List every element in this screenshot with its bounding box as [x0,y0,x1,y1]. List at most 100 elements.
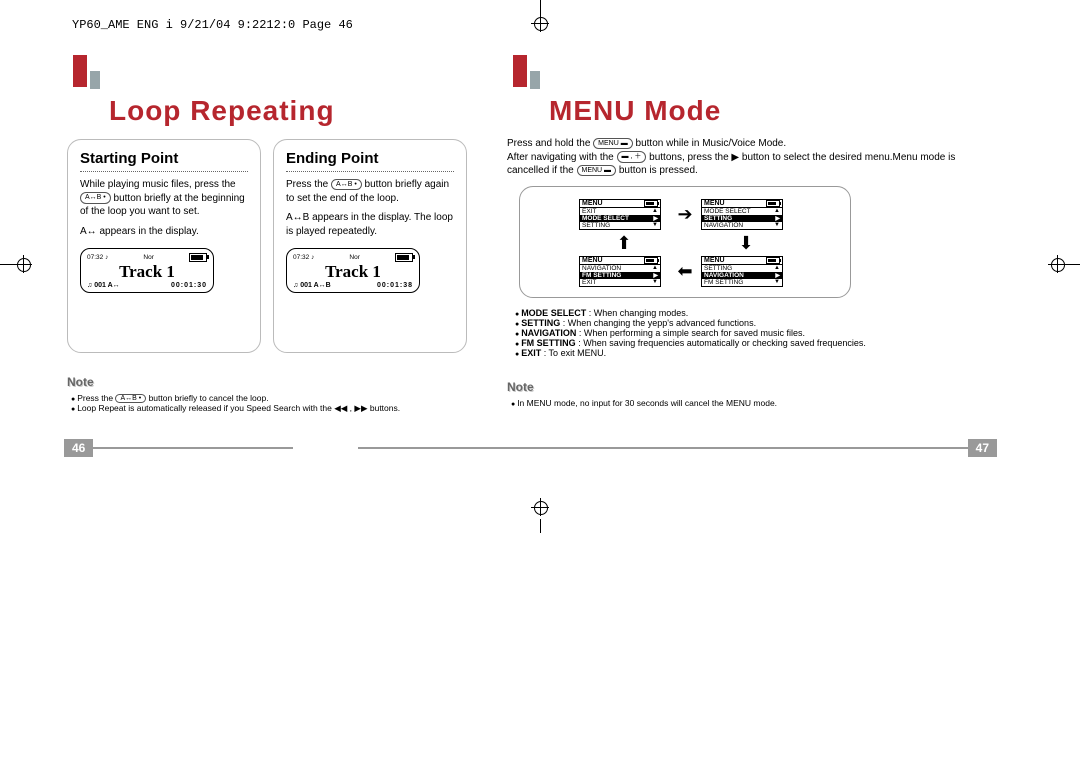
lcd-track: Track 1 [293,262,413,282]
ending-text2: A↔B appears in the display. The loop is … [286,211,454,238]
text: Loop Repeat is automatically released if… [77,403,332,413]
menu-lcd-b: MENU MODE SELECT▲ SETTING▶ NAVIGATION▼ [701,199,783,230]
ending-point-box: Ending Point Press the A↔B • button brie… [273,139,467,353]
starting-text: While playing music files, press the A↔B… [80,178,248,219]
battery-icon [766,257,780,264]
menu-desc-list: MODE SELECT : When changing modes. SETTI… [511,308,997,358]
cropmark-bottom [531,498,549,533]
note-heading-right: Note [507,380,534,394]
text: button is pressed. [619,165,698,176]
text: : When changing the yepp's advanced func… [563,318,756,328]
lcd-ab: A↔B [314,282,331,289]
intro-text: Press and hold the MENU ▬ button while i… [507,137,997,178]
menu-diagram-box: MENU EXIT▲ MODE SELECT▶ SETTING▼ ➔ MENU … [519,186,851,298]
menu-lcd-c: MENU NAVIGATION▲ FM SETTING▶ EXIT▼ [579,256,661,287]
ab-button-icon: A↔B • [331,179,362,190]
cropmark-top [531,0,549,35]
menu-item: FM SETTING [582,272,621,279]
arrow-left-icon: ⬅ [675,262,695,280]
ab-indicator: A↔B [286,212,309,223]
ab-indicator: A↔ [80,226,97,237]
heading-ending: Ending Point [286,150,454,167]
menu-item: NAVIGATION [704,222,743,229]
menu-item: SETTING [704,215,732,222]
lcd-starting: 07:32 ♪ Nor Track 1 ♫ 001 A↔ 00:01:30 [80,248,214,293]
lcd-eq: Nor [349,254,359,261]
menu-item: NAVIGATION [704,272,744,279]
lcd-num: 001 [94,282,106,289]
term: SETTING [521,318,560,328]
menu-item: SETTING [582,222,610,229]
battery-icon [189,253,207,262]
note-list-left: Press the A↔B • button briefly to cancel… [67,393,467,414]
menu-item: EXIT [582,279,596,286]
arrow-up-icon: ⬆ [579,234,669,252]
text: : To exit MENU. [544,348,606,358]
cropmark-right [1048,255,1080,273]
text: In MENU mode, no input for 30 seconds wi… [511,398,997,408]
note-list-right: In MENU mode, no input for 30 seconds wi… [507,398,997,408]
lcd-ending: 07:32 ♪ Nor Track 1 ♫ 001 A↔B 00:01:38 [286,248,420,293]
menu-title: MENU [582,257,603,264]
cropmark-left [0,255,32,273]
menu-lcd-d: MENU SETTING▲ NAVIGATION▶ FM SETTING▼ [701,256,783,287]
menu-item: MODE SELECT [704,208,751,215]
lcd-ab: A↔ [108,282,120,289]
menu-button-icon: MENU ▬ [577,165,617,176]
lcd-eq: Nor [143,254,153,261]
rewind-forward-icon: ◀◀ , ▶▶ [334,403,367,413]
lcd-track: Track 1 [87,262,207,282]
text: Press and hold the [507,138,590,149]
text: appears in the display. [99,226,198,237]
text: : When performing a simple search for sa… [579,328,805,338]
starting-point-box: Starting Point While playing music files… [67,139,261,353]
starting-text2: A↔ appears in the display. [80,225,248,239]
lcd-time: 07:32 [293,254,309,261]
text: Press the [77,393,113,403]
menu-item: SETTING [704,265,732,272]
text: After navigating with the [507,152,614,163]
term: NAVIGATION [521,328,576,338]
page-number-left: 46 [64,439,293,457]
lcd-time: 07:32 [87,254,103,261]
menu-item: MODE SELECT [582,215,629,222]
battery-icon [644,257,658,264]
term: MODE SELECT [521,308,586,318]
menu-title: MENU [704,200,725,207]
doc-path: YP60_AME ENG i 9/21/04 9:2212:0 Page 46 [72,18,353,32]
text: buttons. [370,403,400,413]
menu-lcd-a: MENU EXIT▲ MODE SELECT▶ SETTING▼ [579,199,661,230]
minus-plus-icon: ▬ , ＋ [617,151,647,162]
note-heading-left: Note [67,375,94,389]
text: button briefly to cancel the loop. [149,393,269,403]
battery-icon [644,200,658,207]
arrow-down-icon: ⬇ [701,234,791,252]
text: Press the [286,179,328,190]
heading-starting: Starting Point [80,150,248,167]
page-number-right: 47 [358,439,997,457]
term: FM SETTING [521,338,576,348]
page-number: 47 [968,439,997,457]
ab-button-icon: A↔B • [80,192,111,203]
text: : When changing modes. [589,308,689,318]
lcd-elapsed: 00:01:38 [377,282,413,289]
menu-item: NAVIGATION [582,265,621,272]
page-number: 46 [64,439,93,457]
menu-title: MENU [704,257,725,264]
battery-icon [766,200,780,207]
lcd-num: 001 [300,282,312,289]
ab-button-icon: A↔B • [115,394,146,403]
text: appears in the display. The loop is play… [286,212,453,237]
menu-button-icon: MENU ▬ [593,138,633,149]
battery-icon [395,253,413,262]
text: While playing music files, press the [80,179,236,190]
text: button while in Music/Voice Mode. [636,138,787,149]
menu-item: FM SETTING [704,279,743,286]
menu-title: MENU [582,200,603,207]
term: EXIT [521,348,541,358]
menu-item: EXIT [582,208,596,215]
page-title-right: MENU Mode [549,95,997,127]
ending-text: Press the A↔B • button briefly again to … [286,178,454,205]
text: : When saving frequencies automatically … [578,338,866,348]
lcd-elapsed: 00:01:30 [171,282,207,289]
